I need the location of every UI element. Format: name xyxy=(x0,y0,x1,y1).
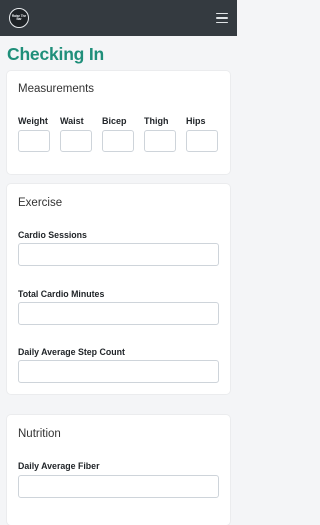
daily-average-fiber-label: Daily Average Fiber xyxy=(18,461,100,471)
daily-average-fiber-input[interactable] xyxy=(18,475,219,498)
measurements-card: Measurements Weight Waist Bicep Thigh Hi… xyxy=(7,71,230,174)
hamburger-menu-icon[interactable] xyxy=(216,13,228,23)
cardio-sessions-label: Cardio Sessions xyxy=(18,230,87,240)
total-cardio-minutes-label: Total Cardio Minutes xyxy=(18,289,105,299)
hamburger-line xyxy=(216,21,228,23)
top-navbar: Raise The Bar xyxy=(0,0,237,36)
exercise-title: Exercise xyxy=(18,197,63,209)
cardio-sessions-input[interactable] xyxy=(18,243,219,266)
nutrition-title: Nutrition xyxy=(18,428,61,440)
hips-label: Hips xyxy=(186,116,206,126)
logo-text: Raise The Bar xyxy=(11,13,27,21)
total-cardio-minutes-input[interactable] xyxy=(18,302,219,325)
logo[interactable]: Raise The Bar xyxy=(9,8,29,28)
thigh-label: Thigh xyxy=(144,116,169,126)
bicep-input[interactable] xyxy=(102,130,134,152)
daily-step-count-input[interactable] xyxy=(18,360,219,383)
page-title: Checking In xyxy=(7,44,104,64)
bicep-label: Bicep xyxy=(102,116,127,126)
waist-label: Waist xyxy=(60,116,84,126)
hamburger-line xyxy=(216,17,228,19)
weight-input[interactable] xyxy=(18,130,50,152)
nutrition-card: Nutrition Daily Average Fiber xyxy=(7,415,230,525)
measurements-title: Measurements xyxy=(18,83,95,95)
exercise-card: Exercise Cardio Sessions Total Cardio Mi… xyxy=(7,184,230,394)
hips-input[interactable] xyxy=(186,130,218,152)
weight-label: Weight xyxy=(18,116,48,126)
waist-input[interactable] xyxy=(60,130,92,152)
thigh-input[interactable] xyxy=(144,130,176,152)
hamburger-line xyxy=(216,13,228,15)
daily-step-count-label: Daily Average Step Count xyxy=(18,347,125,357)
